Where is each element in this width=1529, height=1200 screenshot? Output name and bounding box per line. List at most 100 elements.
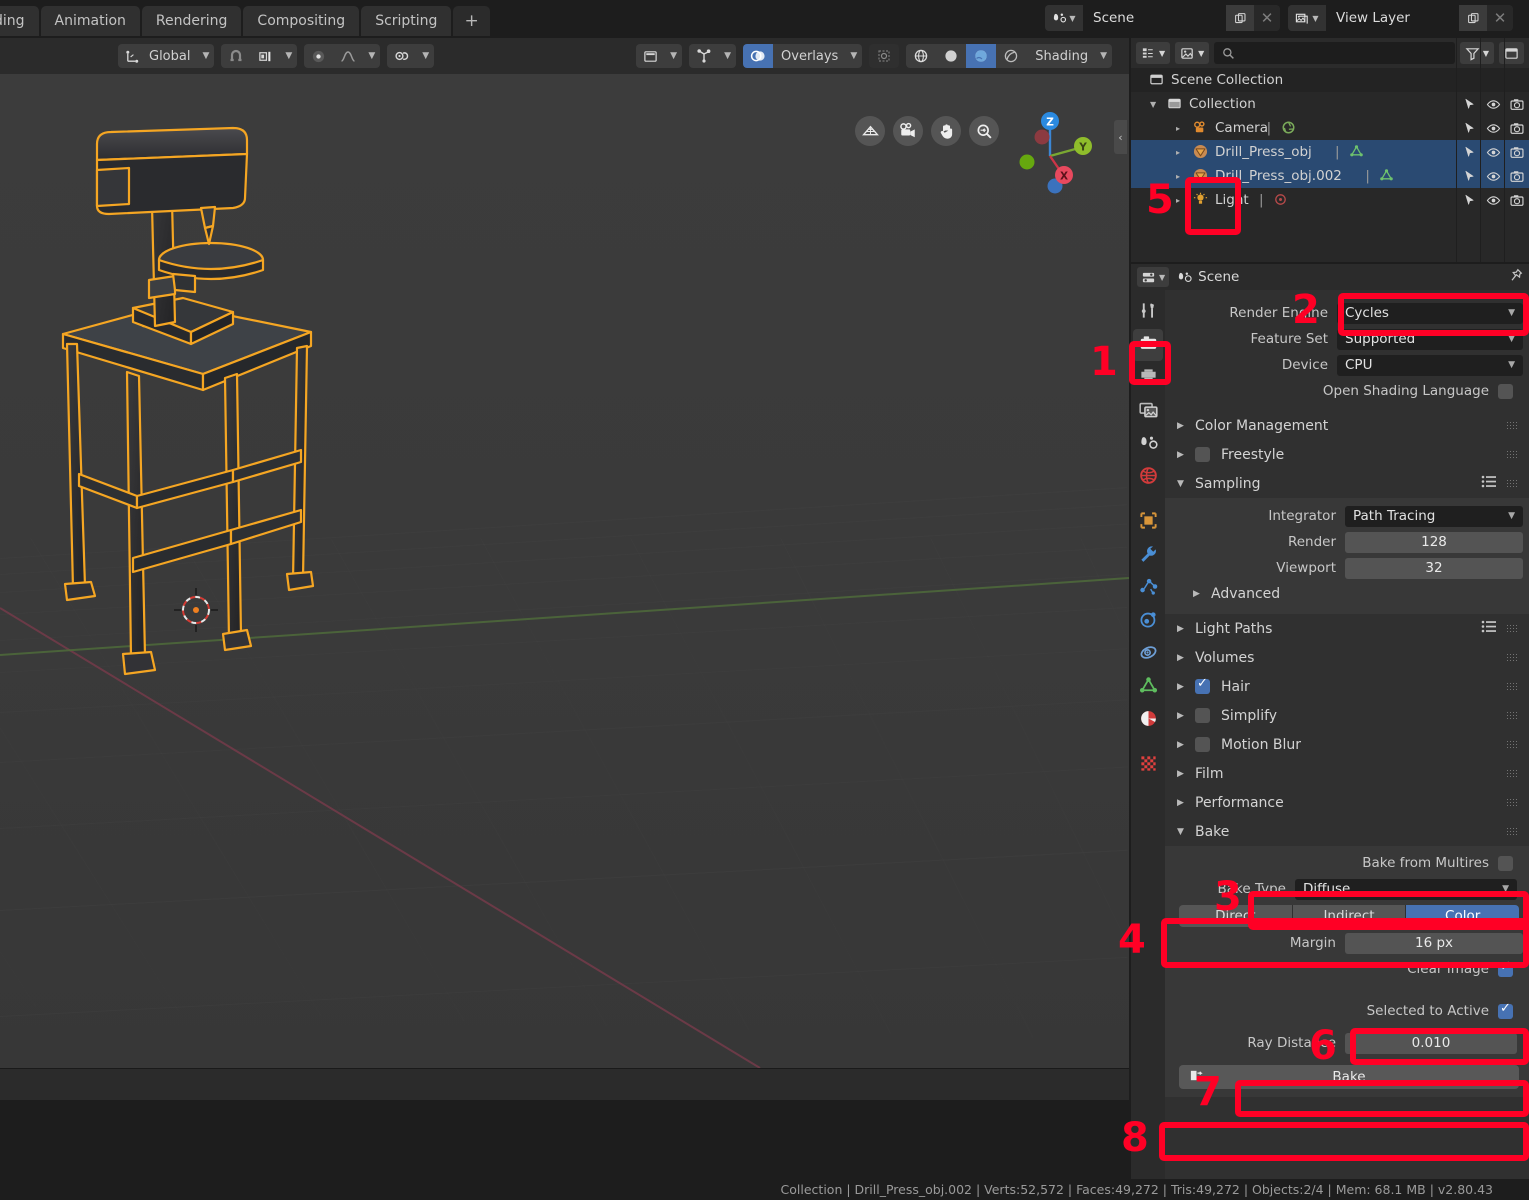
bake-button[interactable]: Bake	[1179, 1065, 1519, 1089]
scene-name[interactable]: Scene	[1083, 5, 1226, 31]
bake-type-dropdown[interactable]: Diffuse ▼	[1295, 878, 1517, 900]
grip-dots-icon[interactable]	[1506, 421, 1519, 430]
properties-editor-type-button[interactable]: ▼	[1137, 267, 1170, 287]
panel-color-management[interactable]: ▶ Color Management	[1165, 411, 1529, 440]
selectable-arrow-icon[interactable]	[1457, 98, 1481, 111]
properties-content[interactable]: Render Engine Cycles ▼ Feature Set Suppo…	[1165, 290, 1529, 1182]
panel-hair[interactable]: ▶ Hair	[1165, 672, 1529, 701]
render-camera-icon[interactable]	[1505, 122, 1529, 135]
panel-film[interactable]: ▶ Film	[1165, 759, 1529, 788]
shade-material-preview-icon[interactable]	[966, 44, 997, 68]
chevron-down-icon[interactable]: ▼	[280, 44, 298, 68]
outliner-row-scene-collection[interactable]: Scene Collection	[1131, 68, 1529, 92]
object-tab[interactable]	[1133, 506, 1163, 538]
panel-bake[interactable]: ▼ Bake	[1165, 817, 1529, 846]
osl-checkbox[interactable]	[1498, 383, 1513, 399]
render-camera-icon[interactable]	[1505, 194, 1529, 207]
mirror-icon[interactable]	[387, 44, 418, 68]
chevron-right-icon[interactable]: ▸	[1176, 124, 1180, 133]
shading-modes-group[interactable]: Shading ▼	[906, 44, 1112, 68]
outliner-row-camera[interactable]: ▸ Camera |	[1131, 116, 1529, 140]
orientation-icon[interactable]	[118, 44, 147, 68]
ray-distance-field[interactable]: 0.010	[1345, 1032, 1517, 1054]
outliner-new-collection-button[interactable]	[1499, 42, 1524, 64]
freestyle-checkbox[interactable]	[1195, 447, 1210, 462]
outliner-row-controls[interactable]	[1457, 116, 1529, 140]
viewport-nav-buttons[interactable]	[855, 116, 999, 146]
tool-tab[interactable]	[1133, 296, 1163, 328]
proportional-edit-icon[interactable]	[304, 44, 334, 68]
hide-eye-icon[interactable]	[1481, 122, 1505, 135]
panel-light-paths[interactable]: ▶ Light Paths	[1165, 614, 1529, 643]
grip-dots-icon[interactable]	[1506, 740, 1519, 749]
xray-group[interactable]	[869, 44, 900, 68]
shade-rendered-icon[interactable]	[996, 44, 1027, 68]
chevron-down-icon[interactable]: ▼	[1150, 100, 1156, 109]
physics-tab[interactable]	[1133, 605, 1163, 637]
workspace-tab-compositing[interactable]: Compositing	[243, 6, 360, 36]
grip-dots-icon[interactable]	[1506, 624, 1519, 633]
viewlayer-name[interactable]: View Layer	[1326, 5, 1459, 31]
outliner-row-controls[interactable]	[1457, 188, 1529, 212]
selected-to-active-checkbox[interactable]	[1498, 1001, 1513, 1019]
shade-solid-icon[interactable]	[936, 44, 967, 68]
outliner-row-controls[interactable]	[1457, 92, 1529, 116]
margin-field[interactable]: 16 px	[1345, 932, 1523, 954]
grip-dots-icon[interactable]	[1506, 827, 1519, 836]
outliner-display-mode-button[interactable]: ▼	[1136, 42, 1171, 64]
chevron-down-icon[interactable]: ▼	[197, 44, 215, 68]
view-object-types-icon[interactable]	[636, 44, 666, 68]
mesh-data-icon[interactable]	[1349, 144, 1364, 159]
transform-orientation-group[interactable]: Global ▼	[118, 44, 215, 68]
output-tab[interactable]	[1133, 362, 1163, 394]
chevron-right-icon[interactable]: ▸	[1176, 196, 1180, 205]
outliner-row-controls[interactable]	[1457, 140, 1529, 164]
preset-list-icon[interactable]	[1481, 620, 1497, 637]
grip-dots-icon[interactable]	[1506, 769, 1519, 778]
mesh-data-icon[interactable]	[1379, 168, 1394, 183]
gizmo-icon[interactable]	[689, 44, 720, 68]
render-samples-field[interactable]: 128	[1345, 531, 1523, 553]
integrator-dropdown[interactable]: Path Tracing ▼	[1345, 505, 1523, 527]
add-workspace-tab[interactable]: +	[453, 6, 490, 36]
workspace-tab-ding[interactable]: ding	[0, 6, 39, 36]
chevron-down-icon[interactable]: ▼	[417, 44, 435, 68]
hide-eye-icon[interactable]	[1481, 98, 1505, 111]
outliner-row-light[interactable]: ▸ Light |	[1131, 188, 1529, 212]
shade-wireframe-icon[interactable]	[906, 44, 937, 68]
simplify-checkbox[interactable]	[1195, 708, 1210, 723]
hide-eye-icon[interactable]	[1481, 146, 1505, 159]
selectable-arrow-icon[interactable]	[1457, 122, 1481, 135]
grip-dots-icon[interactable]	[1506, 798, 1519, 807]
snapping-group[interactable]: ▼	[221, 44, 298, 68]
data-tab[interactable]	[1133, 671, 1163, 703]
outliner-editor[interactable]: ▼ ▼ ▼ Scene Collection ▼ Collection ▸ Camera…	[1131, 38, 1529, 262]
light-data-icon[interactable]	[1273, 192, 1288, 207]
viewlayer-selector[interactable]: ▼ View Layer ✕	[1288, 5, 1513, 31]
proportional-edit-group[interactable]: ▼	[304, 44, 381, 68]
selectable-arrow-icon[interactable]	[1457, 170, 1481, 183]
outliner-row-drill-press-obj-002[interactable]: ▸ Drill_Press_obj.002 |	[1131, 164, 1529, 188]
new-scene-button[interactable]	[1226, 5, 1254, 31]
chevron-down-icon[interactable]: ▼	[1095, 44, 1112, 68]
chevron-right-icon[interactable]: ▸	[1176, 172, 1180, 181]
viewport-canvas[interactable]: Z Y X ‹	[0, 38, 1129, 1068]
bake-from-multires-checkbox[interactable]	[1498, 855, 1513, 871]
chevron-down-icon[interactable]: ▼	[363, 44, 381, 68]
texture-tab[interactable]	[1133, 749, 1163, 781]
bake-contribution-indirect[interactable]: Indirect	[1291, 905, 1406, 927]
hide-eye-icon[interactable]	[1481, 170, 1505, 183]
falloff-curve-icon[interactable]	[333, 44, 364, 68]
sidebar-collapse-arrow[interactable]: ‹	[1114, 120, 1127, 154]
grip-dots-icon[interactable]	[1506, 682, 1519, 691]
panel-sampling[interactable]: ▼ Sampling	[1165, 469, 1529, 498]
object-types-visibility-group[interactable]: ▼	[636, 44, 683, 68]
panel-freestyle[interactable]: ▶ Freestyle	[1165, 440, 1529, 469]
new-viewlayer-button[interactable]	[1459, 5, 1487, 31]
hair-checkbox[interactable]	[1195, 676, 1210, 694]
panel-sampling-advanced[interactable]: ▶ Advanced	[1165, 581, 1529, 607]
selectable-arrow-icon[interactable]	[1457, 194, 1481, 207]
outliner-filter-id-button[interactable]: ▼	[1175, 42, 1210, 64]
render-engine-dropdown[interactable]: Cycles ▼	[1337, 302, 1523, 324]
viewport-samples-field[interactable]: 32	[1345, 557, 1523, 579]
